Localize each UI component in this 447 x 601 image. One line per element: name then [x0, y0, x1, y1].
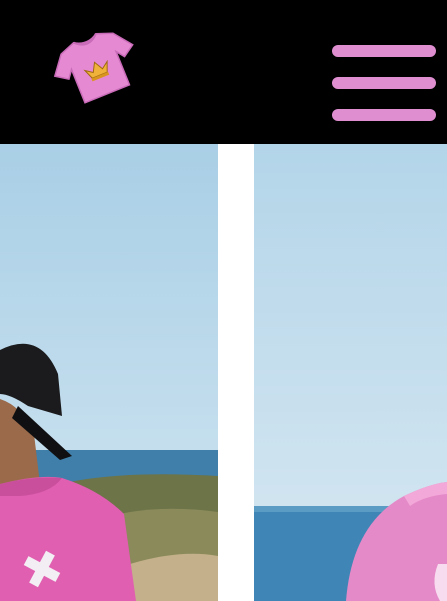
logo-link[interactable]	[46, 26, 146, 104]
menu-bar	[332, 109, 436, 121]
product-gallery	[0, 144, 447, 601]
gallery-photo-right[interactable]	[254, 144, 447, 601]
menu-button[interactable]	[330, 40, 438, 126]
menu-bar	[332, 45, 436, 57]
photo-man-pink-shirt-image	[0, 144, 218, 601]
gallery-photo-left[interactable]	[0, 144, 218, 601]
site-header	[0, 0, 447, 144]
photo-pink-shirt-shoulder-image	[254, 144, 447, 601]
menu-bar	[332, 77, 436, 89]
tshirt-logo-icon	[53, 32, 134, 104]
